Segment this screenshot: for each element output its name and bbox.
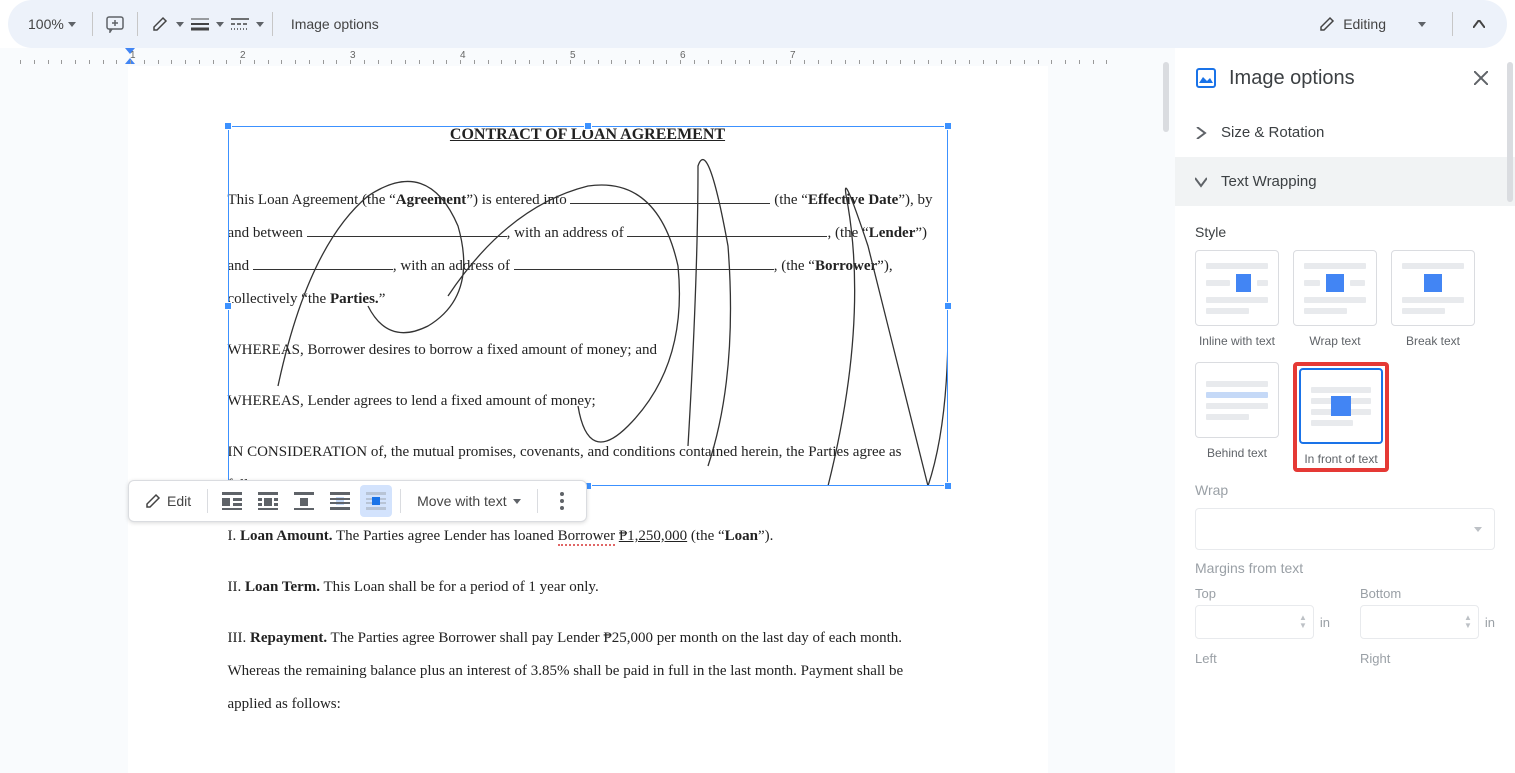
editing-mode-button[interactable]: Editing [1303,10,1442,38]
image-options-button[interactable]: Image options [281,10,389,38]
margin-bottom-input: ▲▼ [1360,605,1479,639]
border-weight-icon[interactable] [186,10,214,38]
horizontal-ruler[interactable]: 1234567 [10,48,1175,66]
style-behind-text[interactable]: Behind text [1195,362,1279,472]
paragraph-item3: III. Repayment. The Parties agree Borrow… [228,622,948,721]
chevron-down-icon[interactable] [216,22,224,27]
style-wrap-text[interactable]: Wrap text [1293,250,1377,348]
image-icon [1195,67,1217,89]
unit-label: in [1485,615,1495,630]
section-label: Text Wrapping [1221,173,1317,190]
margin-bottom-label: Bottom [1360,586,1495,601]
style-caption: Wrap text [1309,334,1360,348]
break-text-icon[interactable] [288,485,320,517]
collapse-toolbar-button[interactable] [1463,8,1495,40]
chevron-down-icon[interactable] [176,22,184,27]
behind-text-icon[interactable] [324,485,356,517]
divider [272,12,273,36]
style-inline-with-text[interactable]: Inline with text [1195,250,1279,348]
move-label: Move with text [417,493,506,509]
pencil-icon [145,493,161,509]
margin-right-label: Right [1360,651,1495,666]
style-label: Style [1195,224,1495,240]
wrap-text-icon[interactable] [252,485,284,517]
image-options-sidebar: Image options Size & Rotation Text Wrapp… [1175,48,1515,773]
sidebar-header: Image options [1175,48,1515,108]
add-comment-icon[interactable] [101,10,129,38]
more-options-icon[interactable] [546,485,578,517]
document-area: 1234567 CONTRACT OF LOAN AGREEMENT This … [0,48,1175,773]
chevron-down-icon [1195,176,1207,188]
pencil-icon [1319,16,1335,32]
paragraph-item1: I. Loan Amount. The Parties agree Lender… [228,520,948,553]
style-caption: Behind text [1207,446,1267,460]
style-in-front-of-text[interactable]: In front of text [1299,368,1383,466]
style-break-text[interactable]: Break text [1391,250,1475,348]
style-caption: In front of text [1304,452,1377,466]
chevron-down-icon [1474,527,1482,532]
section-label: Size & Rotation [1221,124,1324,141]
chevron-right-icon [1195,127,1207,139]
unit-label: in [1320,615,1330,630]
inline-wrap-icon[interactable] [216,485,248,517]
wrap-dropdown [1195,508,1495,550]
margins-label: Margins from text [1195,560,1495,576]
chevron-down-icon [1418,22,1426,27]
margin-left-label: Left [1195,651,1330,666]
chevron-down-icon [513,499,521,504]
zoom-value: 100% [28,16,64,32]
close-icon [1474,71,1488,85]
divider [92,12,93,36]
style-caption: Break text [1406,334,1460,348]
chevron-down-icon [68,22,76,27]
main-toolbar: 100% Image options Editing [8,0,1507,48]
text-wrapping-body: Style Inline with text [1175,206,1515,690]
editing-label: Editing [1343,16,1386,32]
close-button[interactable] [1467,64,1495,92]
edit-button[interactable]: Edit [137,489,199,513]
text-wrapping-section[interactable]: Text Wrapping [1175,157,1515,206]
divider [1452,12,1453,36]
margin-top-input: ▲▼ [1195,605,1314,639]
style-caption: Inline with text [1199,334,1275,348]
zoom-dropdown[interactable]: 100% [20,12,84,36]
wrap-label: Wrap [1195,482,1495,498]
move-with-text-dropdown[interactable]: Move with text [409,489,528,513]
size-rotation-section[interactable]: Size & Rotation [1175,108,1515,157]
divider [137,12,138,36]
drawing-scribble [228,126,948,486]
scrollbar[interactable] [1507,62,1513,202]
chevron-down-icon[interactable] [256,22,264,27]
image-floating-toolbar: Edit Move with text [128,480,587,522]
chevron-up-icon [1473,20,1485,28]
style-in-front-of-text-highlight: In front of text [1293,362,1389,472]
pencil-icon[interactable] [146,10,174,38]
border-dash-icon[interactable] [226,10,254,38]
margin-top-label: Top [1195,586,1330,601]
document-page[interactable]: CONTRACT OF LOAN AGREEMENT This Loan Agr… [128,66,1048,773]
in-front-of-text-icon[interactable] [360,485,392,517]
sidebar-title: Image options [1229,67,1455,90]
scrollbar[interactable] [1163,62,1169,132]
edit-label: Edit [167,493,191,509]
paragraph-item2: II. Loan Term. This Loan shall be for a … [228,571,948,604]
